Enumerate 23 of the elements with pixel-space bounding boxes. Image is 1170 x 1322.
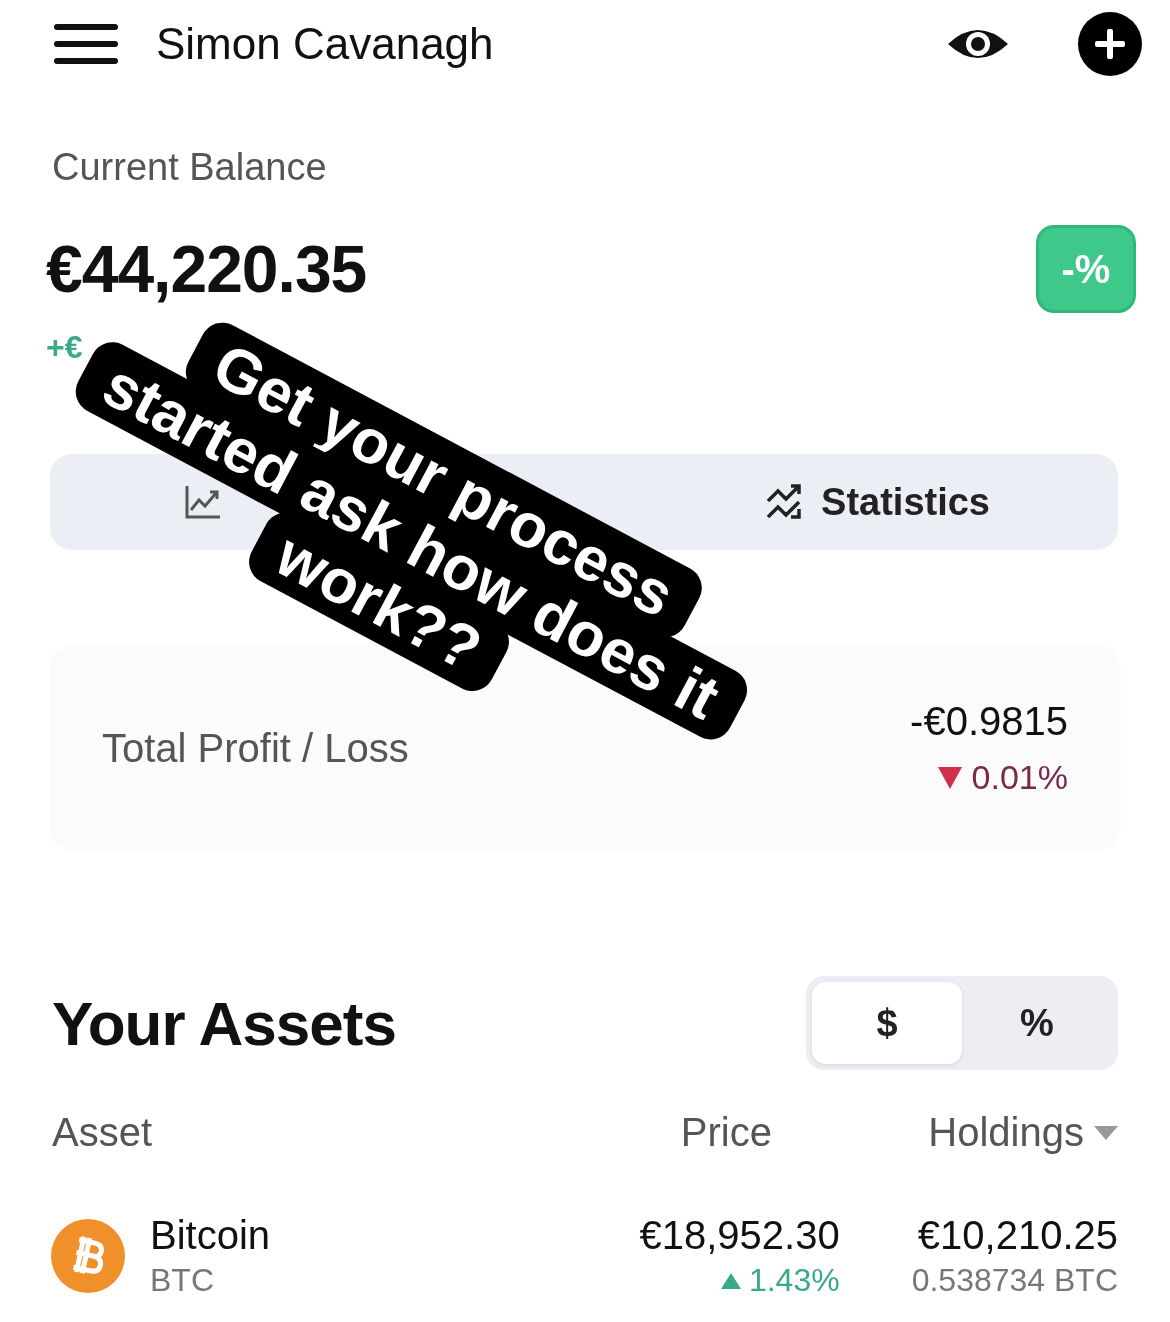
sort-caret-icon[interactable] — [1094, 1125, 1118, 1140]
trend-icon[interactable] — [765, 483, 804, 521]
profit-value: -€0.9815 — [910, 699, 1068, 744]
price-change: 1.43% — [748, 1262, 840, 1299]
coin-icon — [50, 1218, 126, 1294]
section-title: Your Assets — [52, 987, 396, 1059]
holding-value: €10,210.25 — [917, 1213, 1118, 1258]
balance-label: Current Balance — [52, 146, 328, 189]
account-name: Simon Cavanagh — [156, 19, 495, 69]
asset-price: €18,952.30 — [639, 1213, 840, 1258]
profit-percent: 0.01% — [971, 758, 1068, 797]
holding-amount: 0.538734 BTC — [911, 1262, 1118, 1299]
toggle-option[interactable]: $ — [812, 982, 962, 1064]
column-header[interactable]: Holdings — [928, 1110, 1084, 1155]
column-header: Asset — [52, 1110, 154, 1155]
menu-button[interactable] — [54, 22, 118, 66]
asset-name: Bitcoin — [150, 1213, 272, 1258]
tab[interactable]: Statistics — [759, 474, 996, 530]
asset-symbol: BTC — [150, 1262, 215, 1299]
column-header: Price — [679, 1110, 772, 1155]
balance-amount: €44,220.35 — [46, 231, 367, 307]
toggle-option[interactable]: % — [962, 982, 1112, 1064]
add-button[interactable] — [1078, 12, 1142, 76]
